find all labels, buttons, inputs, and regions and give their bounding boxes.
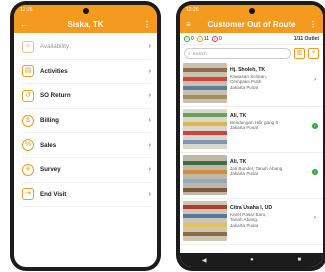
more-options-icon[interactable]: ⋮ [309,20,317,29]
page-title: Siska, TK [67,19,104,29]
camera-notch [248,8,255,14]
nav-recents-icon[interactable]: ■ [298,257,302,263]
nav-home-icon[interactable]: ● [250,257,254,263]
customer-list: Hj. Sholeh, TK Kawasan Selatan, Cempaka … [180,61,323,245]
return-icon: ↺ [22,89,34,102]
back-arrow-icon[interactable]: ← [20,20,28,29]
menu-item-activities[interactable]: ▤ Activities › [22,60,151,85]
search-input[interactable]: ⌕ Search [184,47,291,59]
search-row: ⌕ Search ▥ ⌖ [180,45,323,61]
list-item[interactable]: Citra Usaha I, UD Karet Pasar Baru, Tana… [180,199,323,245]
activity-icon: ▤ [22,65,34,78]
customer-address: Jakarta Pusat [230,125,259,131]
list-item[interactable]: Hj. Sholeh, TK Kawasan Selatan, Cempaka … [180,61,323,107]
barcode-scan-icon[interactable]: ▥ [294,47,305,59]
left-screen: 12:26 ← Siska, TK ⋮ ≡ Availability › ▤ A… [14,5,157,267]
store-photo [183,155,227,195]
filter-visited[interactable]: ✓ 0 [184,35,194,42]
menu-item-sales[interactable]: % Sales › [22,133,151,158]
missed-count: 0 [218,35,222,42]
visited-icon: ✓ [184,35,190,42]
map-pin-icon[interactable]: ⌖ [308,47,319,59]
customer-address: Jakarta Pusat [230,222,259,228]
store-photo [183,63,227,103]
chevron-right-icon: › [314,215,316,221]
app-bar: ← Siska, TK ⋮ [14,15,157,33]
outlet-counter: 1/11 Outlet [293,35,319,42]
menu-label: Sales [40,141,57,149]
menu-label: End Visit [40,190,67,198]
store-photo [183,201,227,241]
chevron-right-icon: › [148,43,151,51]
pending-count: 11 [203,35,209,42]
menu-item-end-visit[interactable]: ⇥ End Visit › [22,183,151,208]
nav-back-icon[interactable]: ◀ [202,257,207,264]
chevron-right-icon: › [148,92,151,100]
chevron-right-icon: › [314,77,316,83]
android-nav-bar: ◀ ● ■ [180,253,323,267]
chevron-right-icon: › [148,166,151,174]
menu-label: Availability [40,43,70,51]
list-item[interactable]: Ali, TK Jati Bunder, Tanah Abang, Jakart… [180,153,323,199]
menu-label: Survey [40,166,61,174]
store-photo [183,109,227,149]
search-icon: ⌕ [188,50,191,56]
chevron-right-icon: › [148,67,151,75]
chevron-right-icon: › [148,117,151,125]
visited-check-icon: ✓ [312,123,318,129]
menu-item-availability[interactable]: ≡ Availability › [22,35,151,60]
status-time: 12:26 [20,7,33,13]
visit-menu: ≡ Availability › ▤ Activities › ↺ SO Ret… [14,33,157,208]
visited-count: 0 [191,35,194,42]
sales-icon: % [22,139,34,152]
filter-missed[interactable]: × 0 [211,35,222,42]
right-phone: 12:26 ≡ Customer Out of Route ⋮ ✓ 0 • 11 ×… [176,1,325,271]
menu-item-so-return[interactable]: ↺ SO Return › [22,84,151,109]
hamburger-icon[interactable]: ≡ [186,20,191,29]
left-phone: 12:26 ← Siska, TK ⋮ ≡ Availability › ▤ A… [10,1,161,271]
search-placeholder: Search [192,50,207,56]
status-filter-bar: ✓ 0 • 11 × 0 1/11 Outlet [180,33,323,45]
camera-notch [82,8,89,14]
pending-icon: • [196,35,203,42]
customer-address: Jakarta Pusat [230,171,259,177]
end-visit-icon: ⇥ [22,188,34,201]
missed-icon: × [211,35,218,42]
status-time: 12:26 [186,7,199,13]
customer-address: Jakarta Pusat [230,84,259,90]
menu-label: Billing [40,117,59,125]
billing-icon: $ [22,114,34,127]
visited-check-icon: ✓ [312,169,318,175]
check-list-icon: ≡ [22,40,34,53]
page-title: Customer Out of Route [207,19,296,29]
menu-label: Activities [40,67,68,75]
chevron-right-icon: › [148,141,151,149]
app-bar: ≡ Customer Out of Route ⋮ [180,15,323,33]
more-options-icon[interactable]: ⋮ [143,20,151,29]
filter-pending[interactable]: • 11 [196,35,209,42]
list-item[interactable]: Ali, TK Bendungan Hilir gang 6 Jakarta P… [180,107,323,153]
menu-item-billing[interactable]: $ Billing › [22,109,151,134]
chevron-right-icon: › [148,190,151,198]
menu-label: SO Return [40,92,71,100]
survey-icon: ✳ [22,163,34,176]
right-screen: 12:26 ≡ Customer Out of Route ⋮ ✓ 0 • 11 ×… [180,5,323,267]
menu-item-survey[interactable]: ✳ Survey › [22,158,151,183]
